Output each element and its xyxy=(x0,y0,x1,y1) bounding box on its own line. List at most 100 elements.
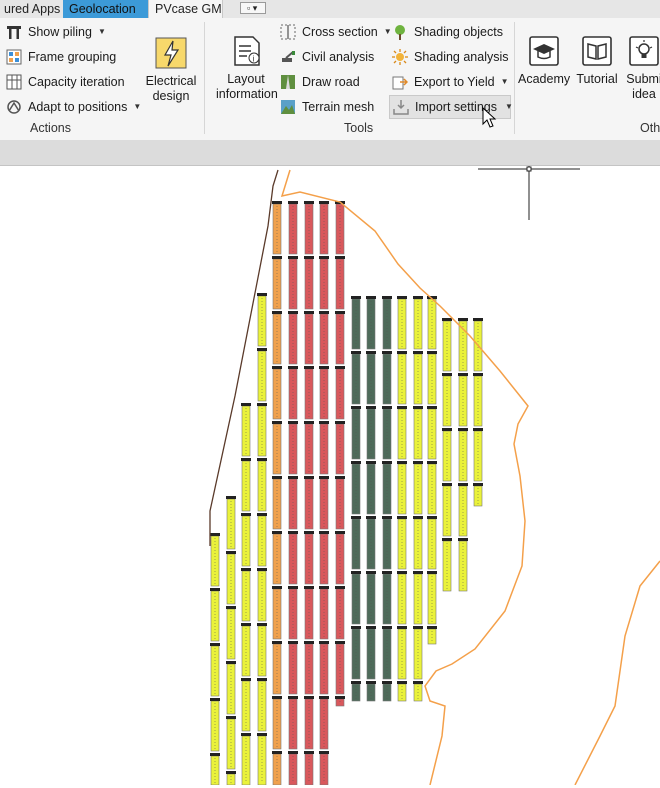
pv-table[interactable] xyxy=(335,478,345,530)
pv-table[interactable] xyxy=(413,463,423,515)
pv-table[interactable] xyxy=(272,203,282,255)
pv-table[interactable] xyxy=(304,313,314,365)
pv-table[interactable] xyxy=(382,628,392,680)
pv-table[interactable] xyxy=(427,298,437,350)
academy-button[interactable]: Academy xyxy=(518,34,570,87)
pv-table[interactable] xyxy=(226,718,236,770)
tab-featured-apps[interactable]: ured Apps xyxy=(0,0,62,18)
pv-table[interactable] xyxy=(413,518,423,570)
pv-table[interactable] xyxy=(319,258,329,310)
pv-table[interactable] xyxy=(257,295,267,347)
pv-table[interactable] xyxy=(473,430,483,482)
pv-table[interactable] xyxy=(351,628,361,680)
pv-table[interactable] xyxy=(210,590,220,642)
frame-grouping-button[interactable]: Frame grouping xyxy=(6,46,116,68)
pv-table[interactable] xyxy=(413,353,423,405)
chevron-down-icon[interactable]: ▼ xyxy=(98,21,106,43)
pv-table[interactable] xyxy=(257,515,267,567)
pv-table[interactable] xyxy=(397,463,407,515)
pv-table[interactable] xyxy=(458,485,468,537)
pv-table[interactable] xyxy=(397,628,407,680)
pv-table[interactable] xyxy=(272,588,282,640)
pv-table[interactable] xyxy=(335,313,345,365)
pv-table[interactable] xyxy=(366,628,376,680)
pv-table[interactable] xyxy=(241,625,251,677)
tab-pvcase-gm[interactable]: PVcase GM xyxy=(148,0,223,18)
pv-table[interactable] xyxy=(366,298,376,350)
pv-table[interactable] xyxy=(427,463,437,515)
electrical-design-button[interactable]: Electrical design xyxy=(142,36,200,104)
pv-table[interactable] xyxy=(397,573,407,625)
pv-table[interactable] xyxy=(335,698,345,707)
pv-table[interactable] xyxy=(397,518,407,570)
cross-section-button[interactable]: Cross section ▼ xyxy=(280,21,392,43)
tab-geolocation[interactable]: Geolocation xyxy=(63,0,148,18)
pv-table[interactable] xyxy=(210,645,220,697)
pv-table[interactable] xyxy=(442,430,452,482)
pv-table[interactable] xyxy=(335,368,345,420)
pv-table[interactable] xyxy=(226,498,236,550)
pv-table[interactable] xyxy=(442,375,452,427)
pv-table[interactable] xyxy=(272,478,282,530)
pv-table[interactable] xyxy=(257,350,267,402)
pv-table[interactable] xyxy=(257,405,267,457)
pv-table[interactable] xyxy=(458,375,468,427)
pv-table[interactable] xyxy=(335,203,345,255)
pv-table[interactable] xyxy=(272,423,282,475)
pv-table[interactable] xyxy=(382,353,392,405)
pv-table[interactable] xyxy=(272,533,282,585)
pv-table[interactable] xyxy=(382,463,392,515)
chevron-down-icon[interactable]: ▼ xyxy=(505,96,513,118)
pv-table[interactable] xyxy=(288,258,298,310)
shading-objects-button[interactable]: Shading objects xyxy=(392,21,503,43)
pv-table[interactable] xyxy=(413,408,423,460)
pv-table[interactable] xyxy=(366,573,376,625)
terrain-mesh-button[interactable]: Terrain mesh xyxy=(280,96,374,118)
pv-table[interactable] xyxy=(427,408,437,460)
pv-table[interactable] xyxy=(257,625,267,677)
pv-table[interactable] xyxy=(210,700,220,752)
pv-table[interactable] xyxy=(335,258,345,310)
pv-table[interactable] xyxy=(335,423,345,475)
pv-table[interactable] xyxy=(288,588,298,640)
submit-idea-button[interactable]: Submi idea xyxy=(622,34,660,102)
pv-table[interactable] xyxy=(319,203,329,255)
pv-table[interactable] xyxy=(413,573,423,625)
pv-table[interactable] xyxy=(458,540,468,592)
pv-table[interactable] xyxy=(226,663,236,715)
pv-table[interactable] xyxy=(397,353,407,405)
draw-road-button[interactable]: Draw road xyxy=(280,71,360,93)
adapt-to-positions-button[interactable]: Adapt to positions ▼ xyxy=(6,96,141,118)
pv-table[interactable] xyxy=(257,460,267,512)
shading-analysis-button[interactable]: Shading analysis xyxy=(392,46,509,68)
pv-table[interactable] xyxy=(473,375,483,427)
pv-table[interactable] xyxy=(319,588,329,640)
pv-table[interactable] xyxy=(366,353,376,405)
pv-table[interactable] xyxy=(366,463,376,515)
pv-table[interactable] xyxy=(304,588,314,640)
pv-table[interactable] xyxy=(304,698,314,750)
drawing-canvas[interactable] xyxy=(0,166,660,786)
pv-table[interactable] xyxy=(366,408,376,460)
pv-table[interactable] xyxy=(272,698,282,750)
pv-table[interactable] xyxy=(319,313,329,365)
pv-table[interactable] xyxy=(288,203,298,255)
pv-table[interactable] xyxy=(257,680,267,732)
pv-table[interactable] xyxy=(272,643,282,695)
tab-overflow-dropdown[interactable]: ▫ ▾ xyxy=(240,2,266,14)
pv-table[interactable] xyxy=(210,535,220,587)
pv-table[interactable] xyxy=(442,485,452,537)
pv-table[interactable] xyxy=(382,573,392,625)
pv-table[interactable] xyxy=(304,258,314,310)
pv-table[interactable] xyxy=(427,573,437,625)
pv-table[interactable] xyxy=(272,368,282,420)
pv-table[interactable] xyxy=(319,478,329,530)
pv-table[interactable] xyxy=(319,698,329,750)
pv-table[interactable] xyxy=(351,408,361,460)
chevron-down-icon[interactable]: ▼ xyxy=(384,21,392,43)
pv-table[interactable] xyxy=(335,533,345,585)
pv-table[interactable] xyxy=(288,643,298,695)
pv-table[interactable] xyxy=(241,515,251,567)
pv-table[interactable] xyxy=(288,533,298,585)
pv-table[interactable] xyxy=(226,608,236,660)
